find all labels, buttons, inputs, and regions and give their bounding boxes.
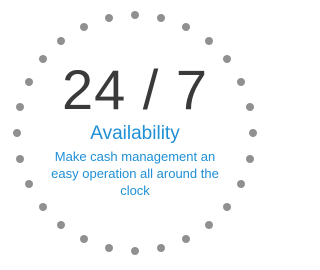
badge-subtitle: Availability xyxy=(90,123,180,144)
badge-headline: 24 / 7 xyxy=(61,58,209,121)
availability-badge: 24 / 7 Availability Make cash management… xyxy=(0,0,270,270)
badge-content: 24 / 7 Availability Make cash management… xyxy=(0,0,270,270)
badge-description: Make cash management an easy operation a… xyxy=(51,149,219,198)
